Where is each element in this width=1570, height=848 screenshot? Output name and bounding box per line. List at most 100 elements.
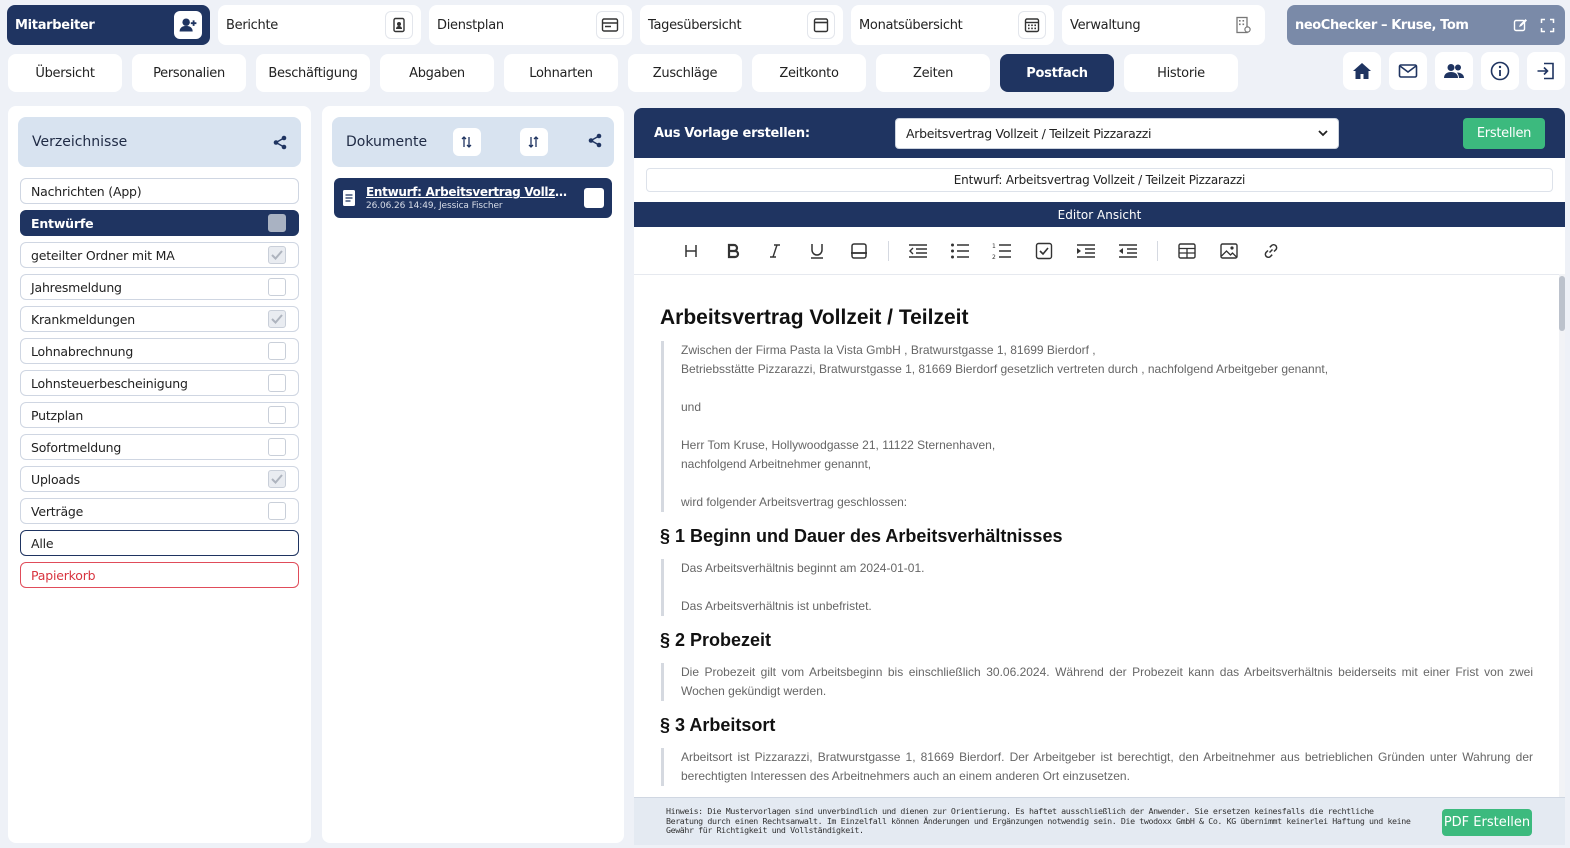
fullscreen-icon[interactable]	[1540, 18, 1555, 33]
section-heading: § 3 Arbeitsort	[660, 715, 776, 735]
directory-list: Nachrichten (App) Entwürfe geteilter Ord…	[20, 178, 299, 594]
numbered-list-icon[interactable]: 12	[981, 236, 1023, 266]
module-label: Mitarbeiter	[15, 17, 95, 33]
tab-personalien[interactable]: Personalien	[132, 54, 246, 92]
directory-checkbox[interactable]	[268, 278, 286, 296]
document-content[interactable]: Arbeitsvertrag Vollzeit / Teilzeit Zwisc…	[634, 276, 1559, 797]
sort-asc-button[interactable]	[453, 128, 481, 156]
logout-button[interactable]	[1527, 52, 1565, 90]
trash-button[interactable]: Papierkorb	[20, 562, 299, 588]
document-title[interactable]: Entwurf: Arbeitsvertrag Vollzeit / Teilz…	[366, 185, 572, 199]
directory-checkbox[interactable]	[268, 406, 286, 424]
template-select[interactable]: Arbeitsvertrag Vollzeit / Teilzeit Pizza…	[895, 118, 1339, 149]
scrollbar-thumb[interactable]	[1559, 276, 1565, 331]
tab-zeitkonto[interactable]: Zeitkonto	[752, 54, 866, 92]
bold-icon[interactable]	[712, 236, 754, 266]
module-dienstplan[interactable]: Dienstplan	[429, 5, 632, 45]
pdf-create-button[interactable]: PDF Erstellen	[1442, 809, 1532, 836]
bullet-list-icon[interactable]	[939, 236, 981, 266]
document-icon	[342, 189, 356, 207]
tab-historie[interactable]: Historie	[1124, 54, 1238, 92]
directory-item[interactable]: Lohnsteuerbescheinigung	[20, 370, 299, 396]
directory-item[interactable]: Putzplan	[20, 402, 299, 428]
directory-item[interactable]: Verträge	[20, 498, 299, 524]
schedule-icon[interactable]	[596, 11, 624, 39]
directory-checkbox[interactable]	[268, 438, 286, 456]
tab-postfach[interactable]: Postfach	[1000, 54, 1114, 92]
underline-icon[interactable]	[796, 236, 838, 266]
image-icon[interactable]	[1208, 236, 1250, 266]
module-label: Dienstplan	[437, 17, 504, 33]
module-mitarbeiter[interactable]: Mitarbeiter	[7, 5, 210, 45]
directory-checkbox[interactable]	[268, 310, 286, 328]
scrollbar[interactable]	[1559, 274, 1565, 797]
module-tagesuebersicht[interactable]: Tagesübersicht	[640, 5, 843, 45]
directory-item[interactable]: geteilter Ordner mit MA	[20, 242, 299, 268]
info-button[interactable]	[1481, 52, 1519, 90]
month-calendar-icon[interactable]	[1018, 11, 1046, 39]
tab-zuschlaege[interactable]: Zuschläge	[628, 54, 742, 92]
directory-item[interactable]: Nachrichten (App)	[20, 178, 299, 204]
directory-item[interactable]: Sofortmeldung	[20, 434, 299, 460]
sort-desc-button[interactable]	[520, 128, 548, 156]
home-button[interactable]	[1343, 52, 1381, 90]
tab-uebersicht[interactable]: Übersicht	[8, 54, 122, 92]
tab-zeiten[interactable]: Zeiten	[876, 54, 990, 92]
team-button[interactable]	[1435, 52, 1473, 90]
directories-title: Verzeichnisse	[32, 134, 128, 150]
checklist-icon[interactable]	[1023, 236, 1065, 266]
module-verwaltung[interactable]: Verwaltung	[1062, 5, 1265, 45]
sort-desc-icon	[527, 135, 541, 149]
module-berichte[interactable]: Berichte	[218, 5, 421, 45]
directory-checkbox[interactable]	[268, 246, 286, 264]
paragraph: Zwischen der Firma Pasta la Vista GmbH ,…	[681, 343, 1096, 357]
tab-abgaben[interactable]: Abgaben	[380, 54, 494, 92]
building-icon[interactable]	[1229, 11, 1257, 39]
directory-item[interactable]: Entwürfe	[20, 210, 299, 236]
editor-toolbar: 12	[634, 227, 1565, 275]
blockquote-icon[interactable]	[897, 236, 939, 266]
user-box: neoChecker – Kruse, Tom	[1287, 5, 1565, 45]
report-icon[interactable]	[385, 11, 413, 39]
table-icon[interactable]	[1166, 236, 1208, 266]
indent-icon[interactable]	[1065, 236, 1107, 266]
tab-beschaeftigung[interactable]: Beschäftigung	[256, 54, 370, 92]
outdent-icon[interactable]	[1107, 236, 1149, 266]
trash-label: Papierkorb	[31, 567, 96, 583]
mail-icon	[1398, 63, 1418, 79]
disclaimer-text: Hinweis: Die Mustervorlagen sind unverbi…	[666, 806, 1411, 836]
strikethrough-icon[interactable]	[838, 236, 880, 266]
directory-item[interactable]: Krankmeldungen	[20, 306, 299, 332]
share-icon[interactable]	[588, 133, 602, 148]
share-icon[interactable]	[273, 135, 287, 150]
directory-checkbox[interactable]	[268, 470, 286, 488]
module-label: Berichte	[226, 17, 278, 33]
heading-icon[interactable]	[670, 236, 712, 266]
editor-footer: Hinweis: Die Mustervorlagen sind unverbi…	[634, 797, 1565, 845]
directory-label: Verträge	[31, 503, 84, 519]
tab-lohnarten[interactable]: Lohnarten	[504, 54, 618, 92]
directory-checkbox[interactable]	[268, 214, 286, 232]
day-calendar-icon[interactable]	[807, 11, 835, 39]
directory-item[interactable]: Lohnabrechnung	[20, 338, 299, 364]
directory-checkbox[interactable]	[268, 502, 286, 520]
paragraph: nachfolgend Arbeitnehmer genannt,	[681, 457, 872, 471]
document-title-field[interactable]: Entwurf: Arbeitsvertrag Vollzeit / Teilz…	[646, 168, 1553, 192]
mail-button[interactable]	[1389, 52, 1427, 90]
directory-item[interactable]: Uploads	[20, 466, 299, 492]
directory-checkbox[interactable]	[268, 374, 286, 392]
document-checkbox[interactable]	[584, 188, 604, 208]
directories-panel: Verzeichnisse Nachrichten (App) Entwürfe…	[8, 106, 311, 843]
italic-icon[interactable]	[754, 236, 796, 266]
directory-checkbox[interactable]	[268, 342, 286, 360]
editor-panel: Aus Vorlage erstellen: Arbeitsvertrag Vo…	[634, 108, 1565, 845]
directory-item[interactable]: Jahresmeldung	[20, 274, 299, 300]
user-add-icon[interactable]	[174, 11, 202, 39]
all-directories-button[interactable]: Alle	[20, 530, 299, 556]
module-monatsuebersicht[interactable]: Monatsübersicht	[851, 5, 1054, 45]
directory-label: Uploads	[31, 471, 80, 487]
create-button[interactable]: Erstellen	[1463, 118, 1545, 149]
edit-icon[interactable]	[1513, 18, 1528, 33]
link-icon[interactable]	[1250, 236, 1292, 266]
document-item[interactable]: Entwurf: Arbeitsvertrag Vollzeit / Teilz…	[334, 178, 612, 218]
